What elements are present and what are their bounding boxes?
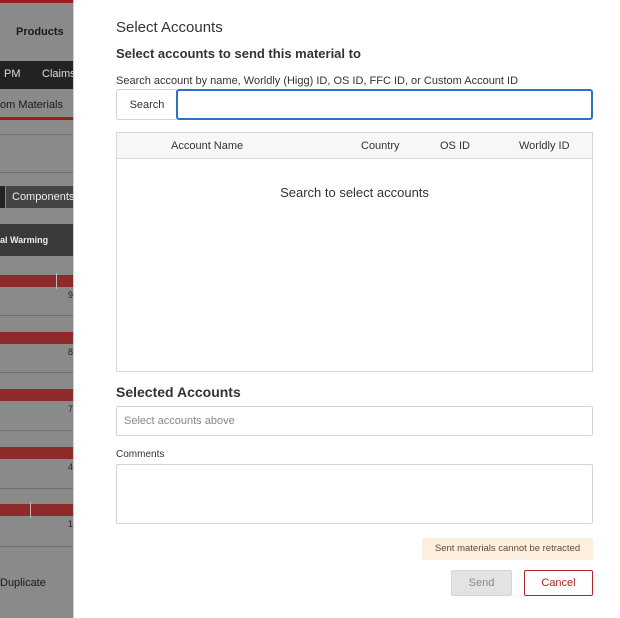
components-tab[interactable]: Components xyxy=(12,191,73,203)
bar xyxy=(0,275,73,287)
table-header: Account Name Country OS ID Worldly ID xyxy=(117,133,592,159)
global-warming-header: al Warming xyxy=(0,235,49,245)
account-search-input[interactable] xyxy=(176,89,593,120)
search-button[interactable]: Search xyxy=(116,89,177,120)
bar xyxy=(0,447,73,459)
column-os-id[interactable]: OS ID xyxy=(440,133,470,159)
top-accent-bar xyxy=(0,0,73,3)
accounts-table: Account Name Country OS ID Worldly ID Se… xyxy=(116,132,593,372)
cancel-button[interactable]: Cancel xyxy=(524,570,593,596)
nav-item-pm[interactable]: PM xyxy=(4,68,21,80)
selected-accounts-title: Selected Accounts xyxy=(116,384,241,400)
bar-marker xyxy=(56,273,57,289)
divider xyxy=(0,315,73,316)
modal-subtitle: Select accounts to send this material to xyxy=(116,46,361,61)
bar-marker xyxy=(30,502,31,518)
bar xyxy=(0,389,73,401)
modal-title: Select Accounts xyxy=(116,19,223,36)
bar xyxy=(0,332,73,344)
comments-textarea[interactable] xyxy=(116,464,593,524)
divider xyxy=(0,430,73,431)
column-account-name[interactable]: Account Name xyxy=(171,133,243,159)
custom-materials-tab[interactable]: om Materials xyxy=(0,99,63,111)
divider xyxy=(0,134,73,135)
select-accounts-modal: Select Accounts Select accounts to send … xyxy=(73,0,620,618)
background-page: Products PM Claims om Materials Componen… xyxy=(0,0,73,618)
divider xyxy=(0,372,73,373)
bar xyxy=(0,504,73,516)
search-label: Search account by name, Worldly (Higg) I… xyxy=(116,75,519,87)
divider xyxy=(0,488,73,489)
divider xyxy=(0,172,73,173)
send-button[interactable]: Send xyxy=(451,570,512,596)
comments-label: Comments xyxy=(116,449,165,460)
tab-underline xyxy=(0,117,73,120)
column-country[interactable]: Country xyxy=(361,133,400,159)
toggle-indicator xyxy=(0,186,5,208)
retraction-warning: Sent materials cannot be retracted xyxy=(422,538,593,560)
duplicate-button[interactable]: Duplicate xyxy=(0,577,46,589)
column-worldly-id[interactable]: Worldly ID xyxy=(519,133,570,159)
selected-accounts-field[interactable]: Select accounts above xyxy=(116,406,593,436)
divider xyxy=(0,546,73,547)
products-tab[interactable]: Products xyxy=(16,26,64,38)
empty-state-message: Search to select accounts xyxy=(280,185,429,200)
nav-item-claims[interactable]: Claims xyxy=(42,68,73,80)
